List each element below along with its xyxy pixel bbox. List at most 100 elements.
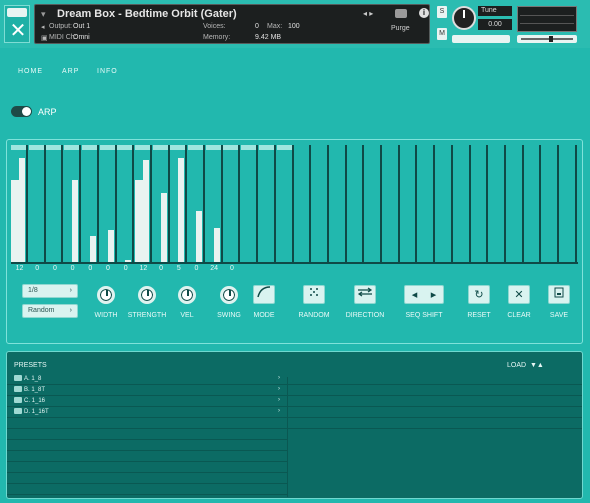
reset-button[interactable]: ↻ [468, 285, 490, 304]
step-column[interactable] [436, 145, 453, 263]
step-grid[interactable] [11, 145, 578, 263]
pan-slider[interactable] [452, 35, 510, 43]
step-column[interactable] [241, 145, 259, 263]
preset-folder-item[interactable]: A. 1_8 [14, 375, 41, 384]
clear-button[interactable]: ✕ [508, 285, 530, 304]
swing-knob[interactable] [220, 286, 238, 304]
preset-label: B. 1_8T [24, 387, 46, 393]
step-value-label: 0 [194, 265, 199, 272]
shift-right-icon[interactable]: ▸ [424, 286, 443, 303]
tab-arp[interactable]: ARP [62, 68, 79, 75]
width-knob[interactable] [97, 286, 115, 304]
step-bar-right[interactable] [89, 236, 96, 263]
step-column[interactable] [134, 145, 152, 263]
step-column[interactable] [365, 145, 382, 263]
step-column[interactable] [312, 145, 329, 263]
camera-icon[interactable] [395, 9, 407, 18]
step-column[interactable] [542, 145, 559, 263]
chevron-right-icon[interactable]: › [278, 397, 280, 403]
instrument-title[interactable]: Dream Box - Bedtime Orbit (Gater) [57, 8, 237, 20]
step-column[interactable] [560, 145, 577, 263]
step-column[interactable] [188, 145, 205, 263]
step-column[interactable] [28, 145, 46, 263]
step-column[interactable] [347, 145, 365, 263]
chevron-right-icon[interactable]: › [278, 386, 280, 392]
step-divider [503, 145, 506, 263]
step-column[interactable] [81, 145, 99, 263]
step-column[interactable] [330, 145, 347, 263]
step-column[interactable] [117, 145, 135, 263]
direction-button[interactable] [354, 285, 376, 304]
step-column[interactable] [294, 145, 312, 263]
collapse-chevron-icon[interactable]: ▾ [41, 9, 46, 20]
midi-value[interactable]: Omni [73, 34, 90, 41]
purge-menu[interactable]: Purge [391, 25, 410, 32]
step-column[interactable] [99, 145, 117, 263]
step-column[interactable] [152, 145, 170, 263]
tune-value[interactable]: 0.00 [478, 19, 512, 30]
step-bar-right[interactable] [178, 158, 185, 263]
rate-select[interactable]: 1/8 › [22, 284, 78, 298]
step-column[interactable] [507, 145, 524, 263]
step-column[interactable] [46, 145, 64, 263]
step-active-marker [28, 145, 45, 150]
folder-icon [14, 397, 22, 403]
mute-button[interactable]: M [437, 28, 447, 40]
max-value[interactable]: 100 [288, 23, 300, 30]
step-column[interactable] [471, 145, 489, 263]
step-column[interactable] [276, 145, 294, 263]
tab-info[interactable]: INFO [97, 68, 118, 75]
strength-knob[interactable] [138, 286, 156, 304]
step-bar-right[interactable] [19, 158, 25, 263]
step-bar-right[interactable] [213, 228, 220, 263]
chevron-right-icon[interactable]: › [278, 375, 280, 381]
output-value[interactable]: Out 1 [73, 23, 90, 30]
step-divider [220, 145, 223, 263]
step-column[interactable] [11, 145, 28, 263]
seq-shift-button[interactable]: ◂ ▸ [404, 285, 444, 304]
step-active-marker [99, 145, 116, 150]
preset-folder-item[interactable]: D. 1_16T [14, 408, 49, 417]
mode-button[interactable] [253, 285, 275, 304]
tab-home[interactable]: HOME [18, 68, 43, 75]
load-menu[interactable]: LOAD ▼▲ [507, 362, 544, 369]
info-icon[interactable]: i [419, 8, 429, 18]
step-bar-left[interactable] [134, 179, 143, 263]
step-column[interactable] [489, 145, 506, 263]
preset-folder-item[interactable]: B. 1_8T [14, 386, 45, 395]
preset-folder-item[interactable]: C. 1_16 [14, 397, 45, 406]
step-column[interactable] [223, 145, 241, 263]
load-label: LOAD [507, 362, 527, 369]
step-column[interactable] [170, 145, 188, 263]
save-button[interactable] [548, 285, 570, 304]
instrument-logo[interactable]: ✕ [4, 5, 30, 43]
chevron-right-icon[interactable]: › [278, 408, 280, 414]
step-column[interactable] [454, 145, 471, 263]
prev-next-arrows-icon[interactable]: ◂ ▸ [363, 9, 373, 18]
step-bar-right[interactable] [196, 211, 202, 263]
tune-knob[interactable] [452, 6, 476, 30]
random-button[interactable] [303, 285, 325, 304]
step-column[interactable] [64, 145, 82, 263]
step-column[interactable] [400, 145, 418, 263]
step-bar-right[interactable] [72, 179, 79, 263]
step-column[interactable] [205, 145, 223, 263]
step-bar-right[interactable] [107, 229, 114, 263]
arp-toggle[interactable] [11, 106, 32, 117]
step-column[interactable] [383, 145, 400, 263]
step-value-label: 0 [106, 265, 110, 272]
mode-select[interactable]: Random › [22, 304, 78, 318]
step-column[interactable] [524, 145, 542, 263]
shift-left-icon[interactable]: ◂ [405, 286, 424, 303]
step-bar-right[interactable] [142, 160, 149, 263]
volume-slider[interactable] [517, 35, 577, 43]
solo-button[interactable]: S [437, 6, 447, 18]
vel-knob[interactable] [178, 286, 196, 304]
midi-icon: ▣ [41, 35, 48, 42]
step-bar-left[interactable] [11, 179, 19, 263]
instrument-header: ✕ ▾ Dream Box - Bedtime Orbit (Gater) ◂ … [0, 0, 590, 48]
step-column[interactable] [258, 145, 276, 263]
step-bar-right[interactable] [160, 192, 167, 263]
step-active-marker [46, 145, 63, 150]
step-column[interactable] [418, 145, 436, 263]
